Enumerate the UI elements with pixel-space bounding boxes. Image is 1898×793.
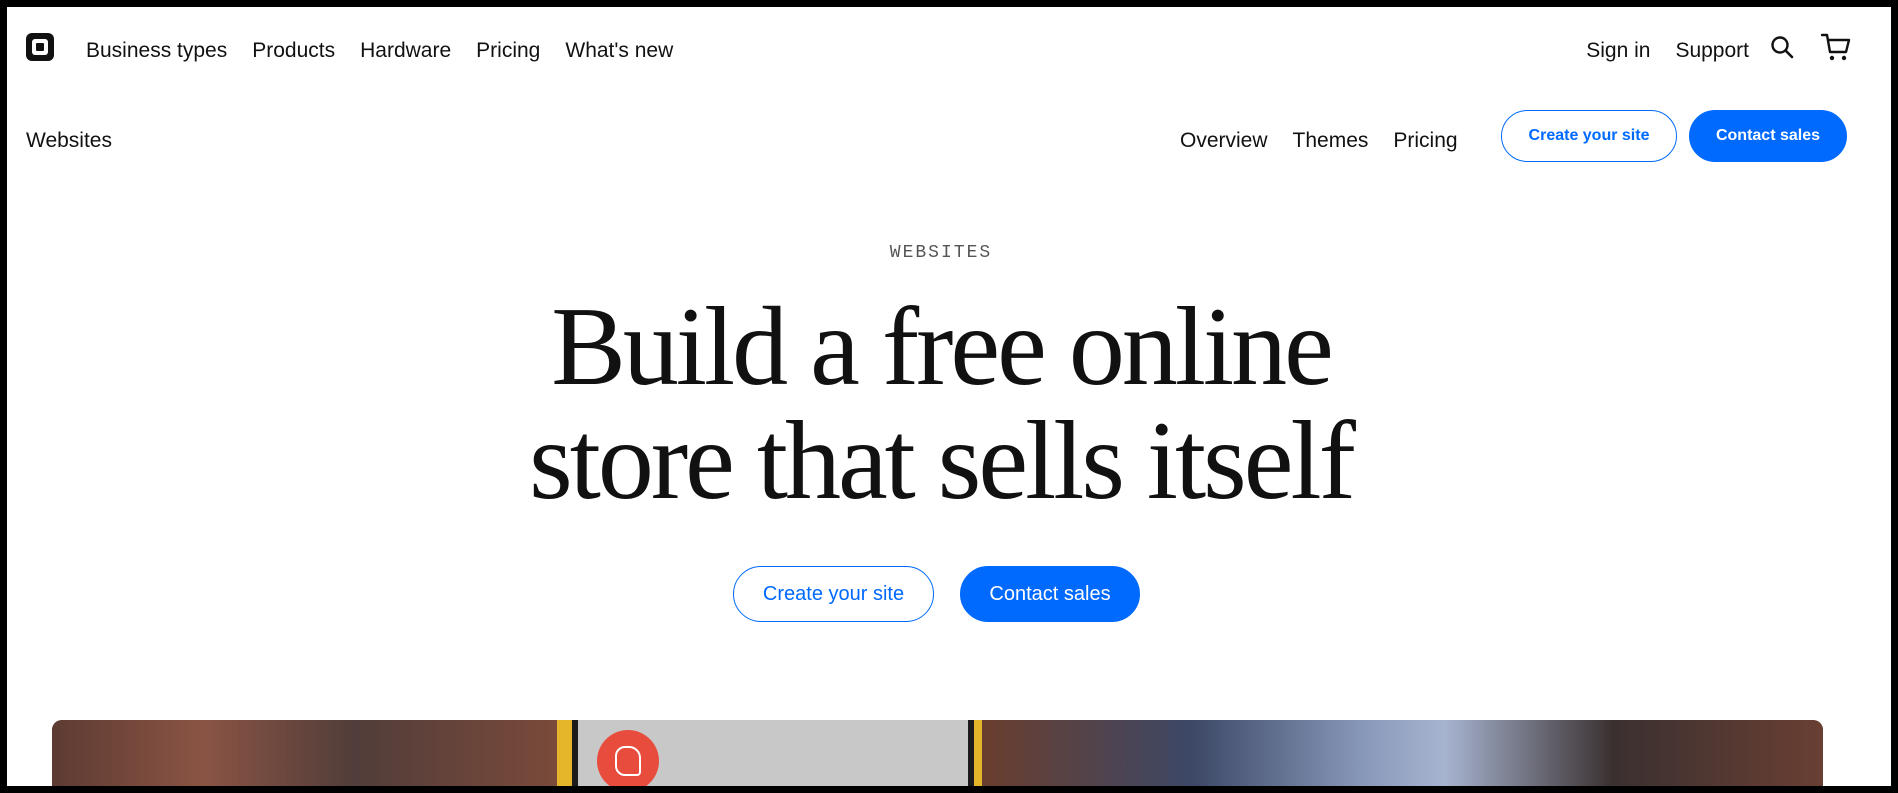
subnav-themes[interactable]: Themes (1293, 129, 1369, 153)
search-icon[interactable] (1769, 34, 1795, 60)
cart-icon[interactable] (1820, 32, 1852, 62)
logo-icon[interactable] (26, 33, 54, 61)
account-nav: Sign in Support (1586, 39, 1749, 63)
subnav-title[interactable]: Websites (26, 129, 112, 153)
hero-headline: Build a free online store that sells its… (7, 290, 1875, 518)
hero-contact-sales-button[interactable]: Contact sales (960, 566, 1140, 622)
support-link[interactable]: Support (1675, 39, 1749, 63)
nav-products[interactable]: Products (252, 39, 335, 63)
subnav-overview[interactable]: Overview (1180, 129, 1268, 153)
hero-create-site-button[interactable]: Create your site (733, 566, 934, 622)
nav-whats-new[interactable]: What's new (565, 39, 673, 63)
hero-headline-line-2: store that sells itself (529, 399, 1356, 523)
subnav-links: Overview Themes Pricing (1180, 129, 1458, 153)
browser-page: Business types Products Hardware Pricing… (7, 7, 1891, 786)
nav-pricing[interactable]: Pricing (476, 39, 540, 63)
nav-business-types[interactable]: Business types (86, 39, 227, 63)
subnav-pricing[interactable]: Pricing (1393, 129, 1457, 153)
dog-logo-icon (597, 730, 659, 786)
subnav-create-site-button[interactable]: Create your site (1501, 110, 1677, 162)
top-navigation: Business types Products Hardware Pricing… (7, 7, 1891, 85)
sign-in-link[interactable]: Sign in (1586, 39, 1650, 63)
primary-nav: Business types Products Hardware Pricing… (86, 39, 673, 63)
hero-eyebrow: WEBSITES (889, 243, 993, 263)
hero-image-background-left (52, 720, 557, 786)
nav-hardware[interactable]: Hardware (360, 39, 451, 63)
hero-image-background-right (982, 720, 1823, 786)
hero-headline-line-1: Build a free online (551, 285, 1334, 409)
subnav-contact-sales-button[interactable]: Contact sales (1689, 110, 1847, 162)
hero-image (52, 720, 1823, 786)
